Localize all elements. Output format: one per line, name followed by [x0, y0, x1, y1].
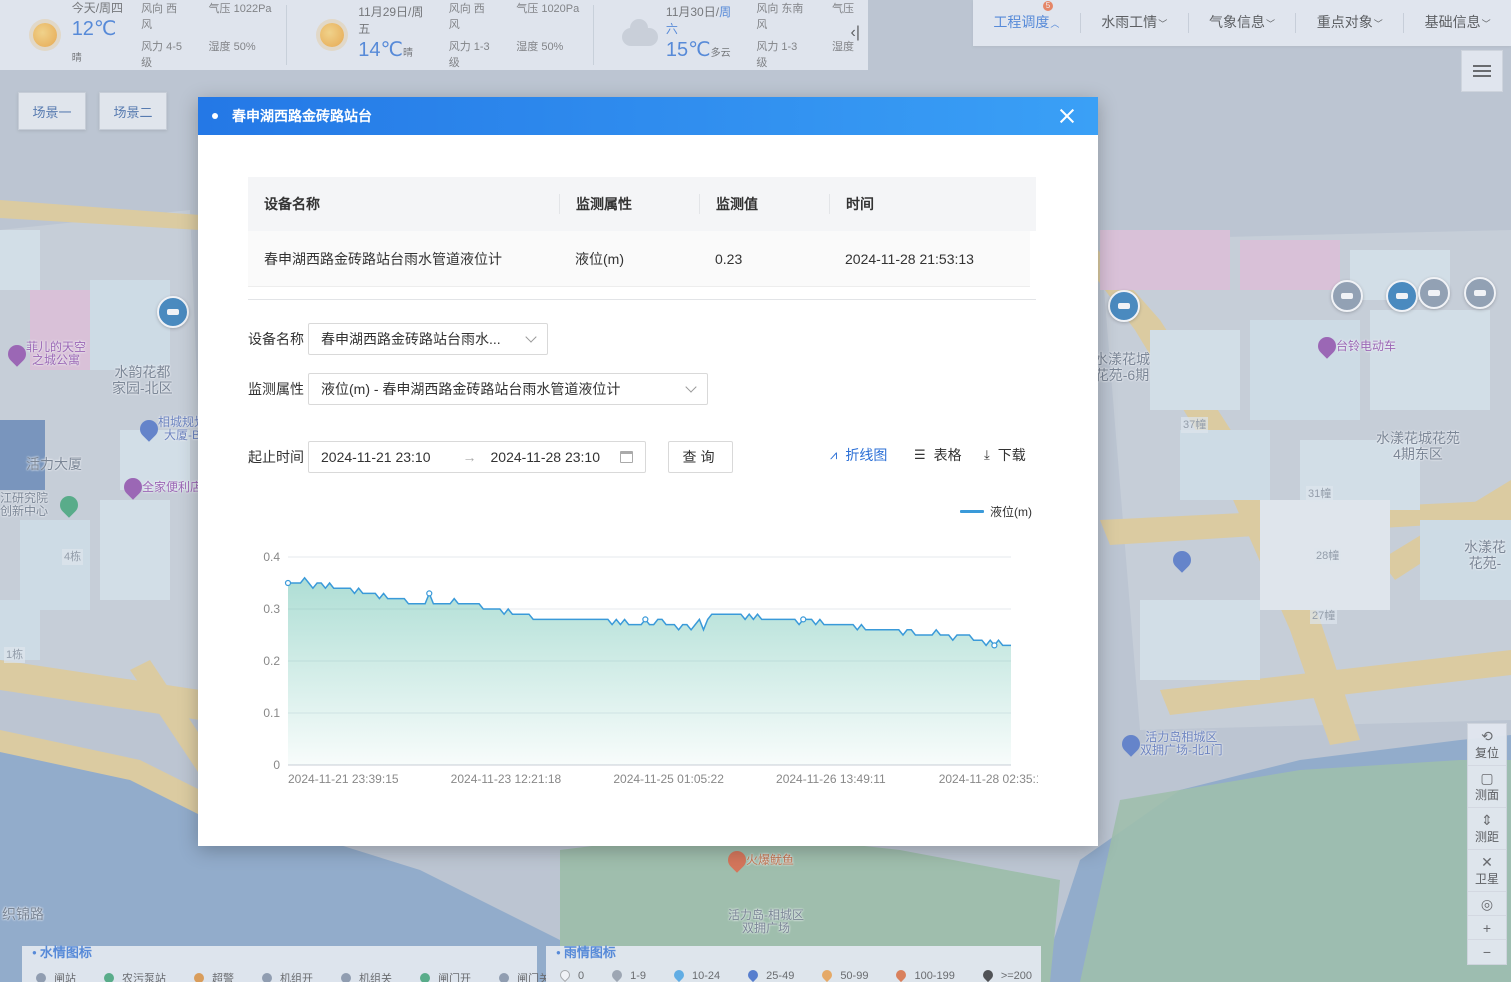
chart-legend[interactable]: 液位(m)	[960, 503, 1032, 520]
y-tick-label: 0.4	[263, 550, 280, 564]
line-chart-tab[interactable]: ⩘ 折线图	[830, 445, 887, 465]
table-row: 春申湖西路金砖路站台雨水管道液位计 液位(m) 0.23 2024-11-28 …	[248, 231, 1030, 287]
tab-label: 下载	[997, 447, 1026, 463]
table-cell: 春申湖西路金砖路站台雨水管道液位计	[264, 250, 502, 267]
x-tick-label: 2024-11-26 13:49:11	[776, 772, 886, 786]
modal-header: 春申湖西路金砖路站台	[198, 97, 1098, 135]
column-header: 监测属性	[559, 194, 699, 214]
y-tick-label: 0.2	[263, 654, 280, 668]
divider	[248, 299, 1036, 300]
attribute-select[interactable]: 液位(m) - 春申湖西路金砖路站台雨水管道液位计	[308, 373, 708, 405]
arrow-right-icon: →	[462, 449, 477, 465]
y-tick-label: 0	[273, 758, 280, 772]
data-point	[426, 590, 433, 597]
tab-label: 折线图	[845, 447, 888, 463]
device-select-value: 春申湖西路金砖路站台雨水...	[321, 331, 501, 347]
legend-swatch	[960, 510, 984, 513]
attribute-label: 监测属性	[248, 381, 304, 397]
table-header: 设备名称 监测属性 监测值 时间	[248, 177, 1036, 231]
data-point	[284, 579, 292, 587]
start-time-input[interactable]: 2024-11-21 23:10	[321, 449, 431, 465]
table-cell: 2024-11-28 21:53:13	[845, 250, 974, 267]
legend-label: 液位(m)	[990, 505, 1032, 519]
chart-svg: 0 0.1 0.2 0.3 0.4 2024-11-21 23:39:15 2024-11-…	[263, 550, 1043, 786]
time-range-label: 起止时间	[248, 449, 304, 465]
query-button[interactable]: 查询	[668, 441, 733, 473]
list-icon: ☰	[914, 447, 926, 462]
data-point	[800, 616, 807, 623]
x-tick-label: 2024-11-21 23:39:15	[288, 772, 399, 786]
close-icon[interactable]	[1058, 107, 1076, 125]
data-point	[642, 616, 649, 623]
column-header: 时间	[829, 194, 1036, 214]
chevron-down-icon	[685, 380, 697, 393]
modal-title: 春申湖西路金砖路站台	[232, 108, 372, 124]
x-tick-label: 2024-11-23 12:21:18	[451, 772, 562, 786]
column-header: 监测值	[699, 194, 829, 214]
title-dot-icon	[212, 113, 218, 119]
table-cell: 0.23	[715, 250, 743, 267]
date-range-picker[interactable]: 2024-11-21 23:10 → 2024-11-28 23:10	[308, 441, 646, 473]
column-header: 设备名称	[264, 196, 320, 212]
x-tick-label: 2024-11-25 01:05:22	[613, 772, 724, 786]
table-tab[interactable]: ☰ 表格	[914, 445, 962, 465]
attribute-select-value: 液位(m) - 春申湖西路金砖路站台雨水管道液位计	[321, 381, 621, 397]
device-select[interactable]: 春申湖西路金砖路站台雨水...	[308, 323, 548, 355]
station-detail-modal: 春申湖西路金砖路站台 设备名称 监测属性 监测值 时间 春申湖西路金砖路站台雨水…	[198, 97, 1098, 846]
line-chart-icon: ⩘	[830, 447, 838, 462]
end-time-input[interactable]: 2024-11-28 23:10	[491, 449, 601, 465]
device-name-row: 设备名称 春申湖西路金砖路站台雨水...	[248, 323, 548, 355]
x-tick-label: 2024-11-28 02:35:1	[939, 772, 1038, 786]
data-point	[991, 642, 998, 649]
level-line-chart: 液位(m) 0 0.1 0.2 0.3 0.4 2024-11-21 23:39:15 20…	[248, 497, 1043, 797]
download-icon: ⤓	[984, 447, 990, 462]
download-button[interactable]: ⤓ 下载	[984, 445, 1026, 465]
tab-label: 表格	[933, 447, 962, 463]
series-area	[288, 577, 1011, 765]
y-tick-label: 0.1	[263, 706, 280, 720]
device-name-label: 设备名称	[248, 331, 304, 347]
monitor-info-table: 设备名称 监测属性 监测值 时间 春申湖西路金砖路站台雨水管道液位计 液位(m)…	[248, 177, 1036, 287]
chevron-down-icon	[525, 330, 537, 343]
calendar-icon	[620, 451, 633, 463]
table-cell: 液位(m)	[575, 250, 624, 267]
attribute-row: 监测属性 液位(m) - 春申湖西路金砖路站台雨水管道液位计	[248, 373, 708, 405]
y-tick-label: 0.3	[263, 602, 280, 616]
time-range-row: 起止时间 2024-11-21 23:10 → 2024-11-28 23:10…	[248, 441, 733, 473]
